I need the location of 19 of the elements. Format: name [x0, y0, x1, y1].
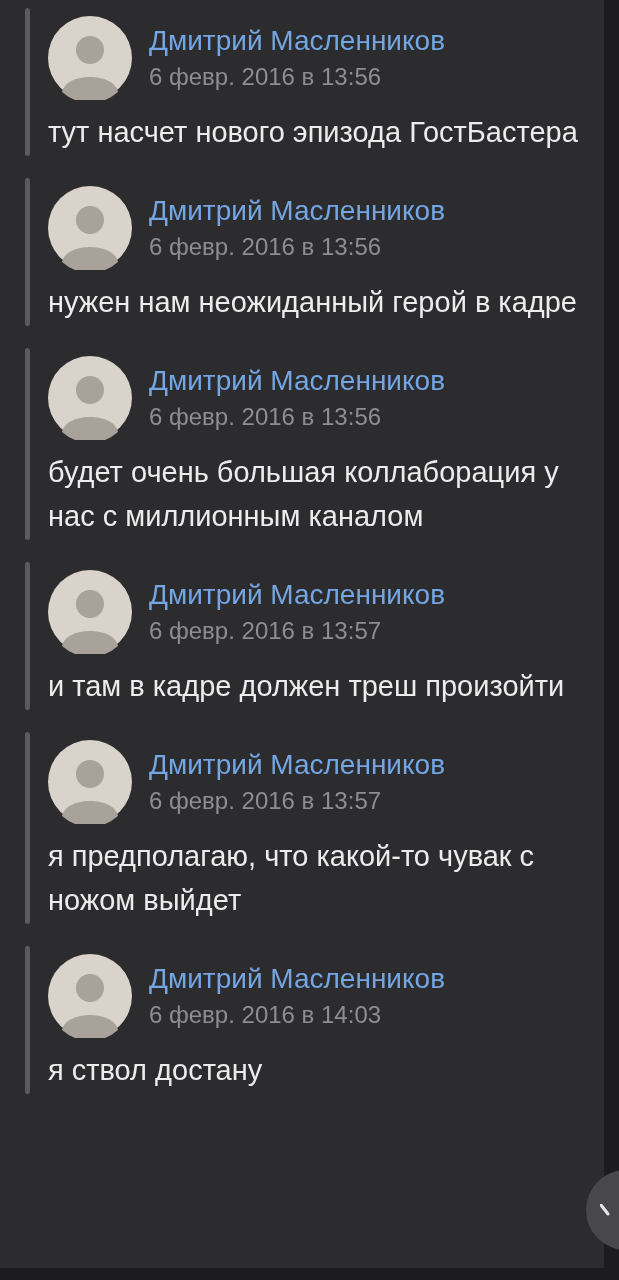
message-text: я ствол достану: [48, 1053, 264, 1088]
author-name[interactable]: Дмитрий Масленников: [149, 24, 445, 58]
author-name[interactable]: Дмитрий Масленников: [149, 578, 445, 612]
message-text: я предполагаю, что какой-то чувак с ножом выйдет: [48, 839, 536, 918]
author-name[interactable]: Дмитрий Масленников: [149, 748, 445, 782]
message-date: 6 февр. 2016 в 13:56: [149, 232, 383, 262]
message-text: будет очень большая коллаборация у нас с миллионным каналом: [48, 455, 560, 534]
message-date: 6 февр. 2016 в 13:56: [149, 62, 383, 92]
message-text: тут насчет нового эпизода ГостБастера: [48, 115, 579, 150]
message-text: нужен нам неожиданный герой в кадре: [48, 285, 578, 320]
author-name[interactable]: Дмитрий Масленников: [149, 962, 445, 996]
author-name[interactable]: Дмитрий Масленников: [149, 364, 445, 398]
message-date: 6 февр. 2016 в 14:03: [149, 1000, 383, 1030]
message-text: и там в кадре должен треш произойти: [48, 669, 566, 704]
author-name[interactable]: Дмитрий Масленников: [149, 194, 445, 228]
message-date: 6 февр. 2016 в 13:57: [149, 616, 383, 646]
message-date: 6 февр. 2016 в 13:57: [149, 786, 383, 816]
message-date: 6 февр. 2016 в 13:56: [149, 402, 383, 432]
chevron-icon: [600, 1204, 610, 1216]
